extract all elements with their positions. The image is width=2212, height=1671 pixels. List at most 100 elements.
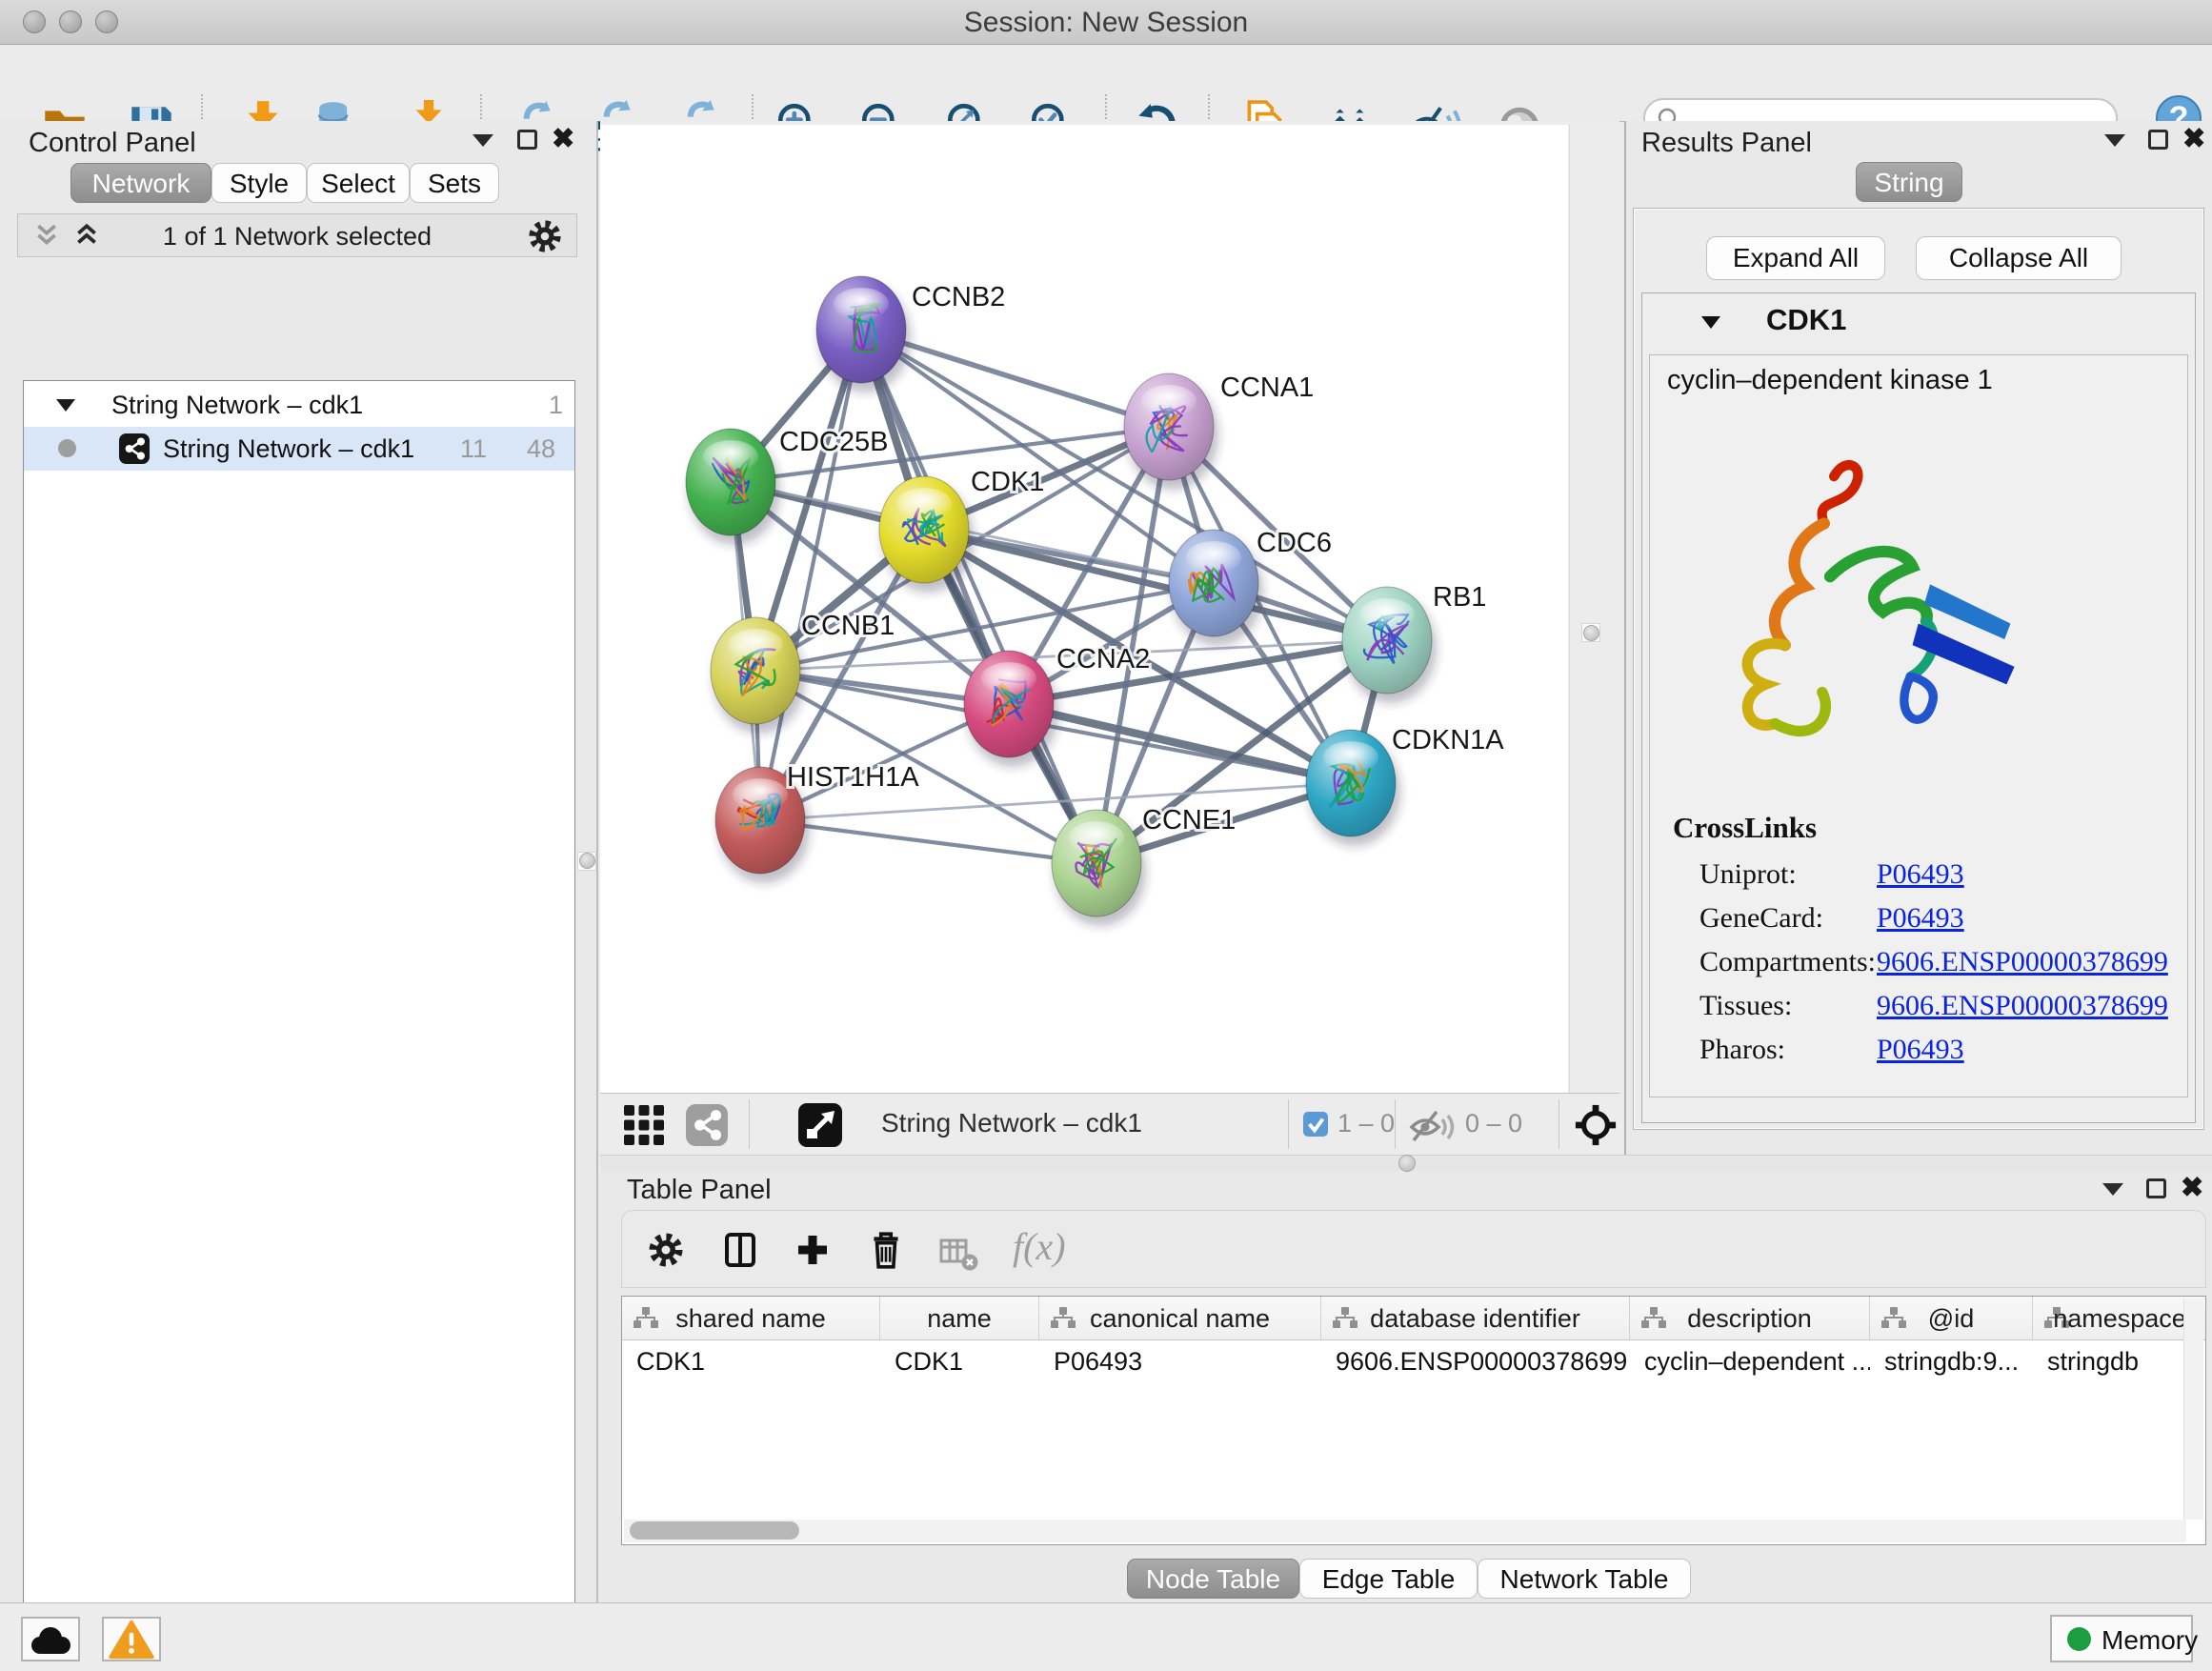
network-node-CCNA1[interactable] xyxy=(1124,373,1218,490)
column-header-name[interactable]: name xyxy=(880,1297,1039,1340)
window-title: Session: New Session xyxy=(0,7,2212,39)
table-cell[interactable]: cyclin–dependent ... xyxy=(1630,1340,1870,1382)
crosslink-label: GeneCard: xyxy=(1699,902,1823,935)
network-icon[interactable] xyxy=(686,1104,728,1146)
selected-checkbox[interactable] xyxy=(1303,1112,1328,1137)
column-header-namespace[interactable]: namespace xyxy=(2033,1297,2206,1340)
crosslink-row: Compartments:9606.ENSP00000378699 xyxy=(1650,942,2183,986)
collection-label: String Network – cdk1 xyxy=(111,391,363,420)
crosslink-link[interactable]: 9606.ENSP00000378699 xyxy=(1877,990,2168,1022)
splitter-handle[interactable] xyxy=(1581,623,1600,642)
network-row[interactable]: String Network – cdk1 11 48 xyxy=(24,427,574,471)
network-node-CDC6[interactable] xyxy=(1169,530,1263,646)
network-node-count: 11 xyxy=(424,434,487,464)
delete-column-icon[interactable] xyxy=(866,1229,906,1271)
network-node-CCNB1[interactable] xyxy=(711,617,805,734)
horizontal-scrollbar[interactable] xyxy=(624,1520,2186,1542)
panel-close-icon[interactable]: ✖ xyxy=(552,127,574,151)
tab-string[interactable]: String xyxy=(1856,162,1962,202)
column-header-shared-name[interactable]: shared name xyxy=(622,1297,880,1340)
column-header-canonical-name[interactable]: canonical name xyxy=(1039,1297,1321,1340)
node-section-title: CDK1 xyxy=(1766,303,1846,337)
node-label-HIST1H1A: HIST1H1A xyxy=(787,762,919,793)
warning-icon xyxy=(107,1620,156,1660)
collapse-all-button[interactable]: Collapse All xyxy=(1916,236,2122,280)
cloud-icon xyxy=(24,1621,77,1659)
tab-node-table[interactable]: Node Table xyxy=(1127,1559,1299,1599)
crosslink-label: Uniprot: xyxy=(1699,858,1797,891)
network-node-CCNB2[interactable] xyxy=(816,276,911,393)
column-header-database-identifier[interactable]: database identifier xyxy=(1321,1297,1630,1340)
node-label-CDC25B: CDC25B xyxy=(779,427,888,457)
tab-select[interactable]: Select xyxy=(307,163,410,203)
tab-network-table[interactable]: Network Table xyxy=(1478,1559,1691,1599)
network-collection-row[interactable]: String Network – cdk1 1 xyxy=(24,383,574,427)
grid-view-icon[interactable] xyxy=(624,1105,664,1145)
panel-close-icon[interactable]: ✖ xyxy=(2182,127,2205,151)
window-titlebar: Session: New Session xyxy=(0,0,2212,45)
splitter-handle[interactable] xyxy=(577,852,596,871)
network-node-CDK1[interactable] xyxy=(879,476,974,593)
network-node-RB1[interactable] xyxy=(1342,587,1437,703)
panel-float-icon[interactable] xyxy=(517,130,537,150)
gear-icon[interactable] xyxy=(527,218,563,254)
table-cell[interactable]: stringdb xyxy=(2033,1340,2206,1382)
crosslink-row: Uniprot: P06493 xyxy=(1650,855,2183,898)
crosslink-link[interactable]: P06493 xyxy=(1877,1034,1964,1066)
memory-button[interactable]: Memory xyxy=(2050,1615,2193,1662)
node-label-CDC6: CDC6 xyxy=(1257,528,1332,558)
panel-float-icon[interactable] xyxy=(2146,1178,2166,1198)
collection-status: 1 of 1 Network selected xyxy=(18,222,576,252)
selected-count: 1 – 0 xyxy=(1337,1109,1395,1138)
tree-expander-icon[interactable] xyxy=(56,399,75,412)
navigator-crosshair-icon[interactable] xyxy=(1574,1103,1618,1147)
network-canvas[interactable]: CCNB2CCNA1CDC25BCDK1CDC6RB1CCNB1CCNA2CDK… xyxy=(600,125,1568,1093)
horizontal-splitter[interactable] xyxy=(600,1155,2212,1174)
cloud-button[interactable] xyxy=(21,1617,80,1661)
panel-menu-icon[interactable] xyxy=(2104,134,2125,147)
network-view: CCNB2CCNA1CDC25BCDK1CDC6RB1CCNB1CCNA2CDK… xyxy=(600,121,1619,1155)
crosslinks-list: Uniprot: P06493 GeneCard: P06493 Compartment… xyxy=(1650,855,2183,1074)
tab-style[interactable]: Style xyxy=(211,163,307,203)
gear-icon[interactable] xyxy=(647,1231,685,1269)
add-column-icon[interactable] xyxy=(794,1231,832,1269)
node-section-expander-icon[interactable] xyxy=(1701,316,1720,329)
crosslink-link[interactable]: P06493 xyxy=(1877,858,1964,891)
node-table: shared namenamecanonical namedatabase id… xyxy=(621,1296,2206,1545)
network-tree: String Network – cdk1 1 String Network –… xyxy=(23,380,575,1671)
network-node-CCNA2[interactable] xyxy=(964,651,1058,767)
tab-network[interactable]: Network xyxy=(70,163,211,203)
panel-menu-icon[interactable] xyxy=(2102,1183,2123,1196)
column-header--id[interactable]: @id xyxy=(1870,1297,2033,1340)
birdseye-view-icon[interactable] xyxy=(798,1103,842,1147)
vertical-scrollbar[interactable] xyxy=(2183,1299,2203,1520)
network-view-title: String Network – cdk1 xyxy=(881,1108,1142,1138)
expand-all-button[interactable]: Expand All xyxy=(1706,236,1885,280)
column-header-description[interactable]: description xyxy=(1630,1297,1870,1340)
tab-sets[interactable]: Sets xyxy=(410,163,499,203)
crosslink-link[interactable]: P06493 xyxy=(1877,902,1964,935)
node-label-CCNE1: CCNE1 xyxy=(1142,805,1236,836)
warnings-button[interactable] xyxy=(102,1617,161,1661)
panel-close-icon[interactable]: ✖ xyxy=(2181,1176,2203,1200)
table-cell[interactable]: P06493 xyxy=(1039,1340,1321,1382)
splitter-knob[interactable] xyxy=(1398,1155,1416,1172)
tab-edge-table[interactable]: Edge Table xyxy=(1299,1559,1478,1599)
table-cell[interactable]: CDK1 xyxy=(622,1340,880,1382)
show-columns-icon[interactable] xyxy=(721,1231,759,1269)
network-node-CDKN1A[interactable] xyxy=(1306,730,1400,846)
table-cell[interactable]: 9606.ENSP00000378699 xyxy=(1321,1340,1630,1382)
table-cell[interactable]: stringdb:9... xyxy=(1870,1340,2033,1382)
edge-CCNA2-CDKN1A[interactable] xyxy=(1009,704,1351,783)
panel-float-icon[interactable] xyxy=(2148,130,2168,150)
string-results-container: Expand All Collapse All CDK1 cyclin–depe… xyxy=(1633,208,2204,1130)
table-panel: Table Panel ✖ f(x) shared namenamecanoni… xyxy=(600,1172,2212,1602)
node-label-CCNA1: CCNA1 xyxy=(1220,372,1314,403)
scrollbar-thumb[interactable] xyxy=(630,1521,799,1540)
edge-CCNE1-HIST1H1A[interactable] xyxy=(760,820,1096,863)
network-node-CCNE1[interactable] xyxy=(1052,810,1146,926)
table-cell[interactable]: CDK1 xyxy=(880,1340,1039,1382)
panel-menu-icon[interactable] xyxy=(473,134,493,147)
crosslink-link[interactable]: 9606.ENSP00000378699 xyxy=(1877,946,2168,978)
network-node-CDC25B[interactable] xyxy=(686,429,780,545)
